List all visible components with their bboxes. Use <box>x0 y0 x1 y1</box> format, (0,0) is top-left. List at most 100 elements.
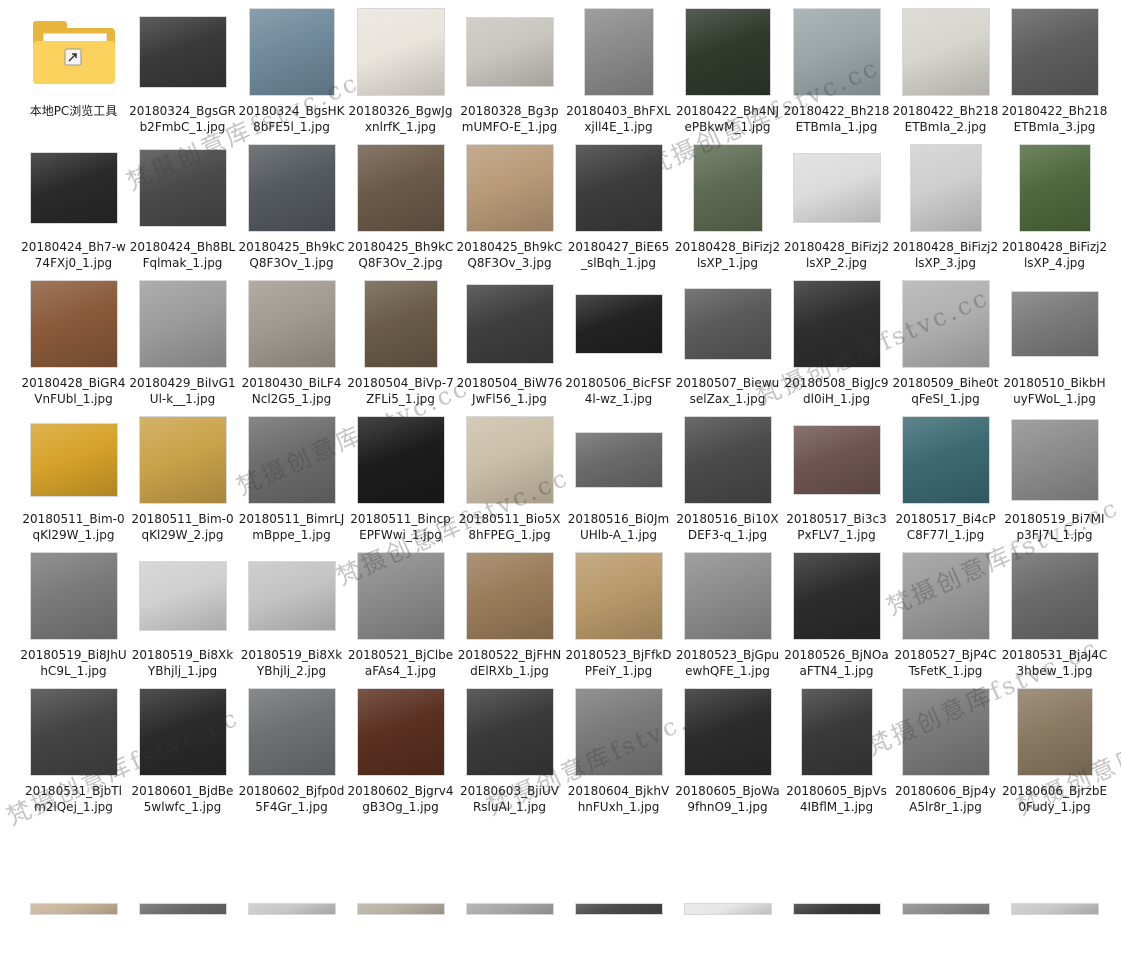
file-item-partial[interactable] <box>455 820 564 956</box>
file-item[interactable]: 20180422_Bh218ETBmIa_1.jpg <box>782 4 891 140</box>
file-item[interactable]: 20180428_BiGR4VnFUbl_1.jpg <box>19 276 128 412</box>
file-item[interactable]: 20180523_BjGpuewhQFE_1.jpg <box>673 548 782 684</box>
file-name: 20180519_Bi8XkYBhjlj_1.jpg <box>131 648 234 678</box>
image-thumbnail <box>356 143 445 232</box>
image-thumbnail <box>901 903 990 915</box>
file-item[interactable]: 20180527_BjP4CTsFetK_1.jpg <box>891 548 1000 684</box>
image-thumbnail <box>29 422 118 497</box>
file-item-partial[interactable] <box>564 820 673 956</box>
file-item[interactable]: 20180516_Bi10XDEF3-q_1.jpg <box>673 412 782 548</box>
thumbnail-box <box>673 820 782 915</box>
file-item[interactable]: 20180326_BgwJgxnlrfK_1.jpg <box>346 4 455 140</box>
file-item[interactable]: 20180430_BiLF4Ncl2G5_1.jpg <box>237 276 346 412</box>
image-thumbnail <box>247 279 336 368</box>
file-item[interactable]: 20180428_BiFizj2lsXP_2.jpg <box>782 140 891 276</box>
file-item[interactable]: 20180605_BjpVs4IBflM_1.jpg <box>782 684 891 820</box>
file-item[interactable]: 20180428_BiFizj2lsXP_4.jpg <box>1000 140 1109 276</box>
file-name: 20180324_BgsGRb2FmbC_1.jpg <box>129 104 236 134</box>
file-item[interactable]: 20180519_Bi7MIp3FJ7L_1.jpg <box>1000 412 1109 548</box>
file-item-partial[interactable] <box>1000 820 1109 956</box>
thumbnail-box <box>891 820 1000 915</box>
file-item[interactable]: 20180511_BincpEPFWwi_1.jpg <box>346 412 455 548</box>
file-item[interactable]: 20180504_BiW76JwFl56_1.jpg <box>455 276 564 412</box>
file-item[interactable]: 20180403_BhFXLxjll4E_1.jpg <box>564 4 673 140</box>
file-item[interactable]: 20180422_Bh218ETBmIa_3.jpg <box>1000 4 1109 140</box>
file-item[interactable]: 20180602_Bjfp0d5F4Gr_1.jpg <box>237 684 346 820</box>
file-item[interactable]: 20180422_Bh4NJePBkwM_1.jpg <box>673 4 782 140</box>
file-item[interactable]: 20180517_Bi3c3PxFLV7_1.jpg <box>782 412 891 548</box>
thumbnail-box <box>673 4 782 99</box>
file-item[interactable]: 20180429_BiIvG1Ul-k__1.jpg <box>128 276 237 412</box>
file-name: 20180428_BiFizj2lsXP_3.jpg <box>892 240 999 270</box>
image-thumbnail <box>356 687 445 776</box>
file-item[interactable]: 20180603_BjiUVRsluAl_1.jpg <box>455 684 564 820</box>
file-item[interactable]: 20180425_Bh9kCQ8F3Ov_2.jpg <box>346 140 455 276</box>
file-item[interactable]: 20180511_Bio5X8hFPEG_1.jpg <box>455 412 564 548</box>
file-item[interactable]: 20180428_BiFizj2lsXP_3.jpg <box>891 140 1000 276</box>
thumbnail-box <box>19 548 128 643</box>
file-item[interactable]: 20180531_BjaJ4C3hbew_1.jpg <box>1000 548 1109 684</box>
folder-item[interactable]: 本地PC浏览工具 <box>19 4 128 140</box>
file-name: 20180403_BhFXLxjll4E_1.jpg <box>566 104 671 134</box>
file-item[interactable]: 20180523_BjFfkDPFeiY_1.jpg <box>564 548 673 684</box>
file-item[interactable]: 20180324_BgsHK8bFE5l_1.jpg <box>237 4 346 140</box>
file-item[interactable]: 20180424_Bh8BLFqlmak_1.jpg <box>128 140 237 276</box>
file-item[interactable]: 20180504_BiVp-7ZFLi5_1.jpg <box>346 276 455 412</box>
file-item[interactable]: 20180519_Bi8XkYBhjlj_1.jpg <box>128 548 237 684</box>
file-name: 20180531_BjbTlm2lQej_1.jpg <box>25 784 122 814</box>
file-item-partial[interactable] <box>673 820 782 956</box>
file-item-partial[interactable] <box>237 820 346 956</box>
file-item[interactable]: 20180605_BjoWa9fhnO9_1.jpg <box>673 684 782 820</box>
image-thumbnail <box>901 7 990 96</box>
file-item[interactable]: 20180601_BjdBe5wlwfc_1.jpg <box>128 684 237 820</box>
file-item[interactable]: 20180522_BjFHNdElRXb_1.jpg <box>455 548 564 684</box>
file-item[interactable]: 20180526_BjNOaaFTN4_1.jpg <box>782 548 891 684</box>
file-item[interactable]: 20180422_Bh218ETBmIa_2.jpg <box>891 4 1000 140</box>
thumbnail-box <box>1000 548 1109 643</box>
file-item[interactable]: 20180519_Bi8XkYBhjlj_2.jpg <box>237 548 346 684</box>
file-item[interactable]: 20180508_BigJc9dl0iH_1.jpg <box>782 276 891 412</box>
file-item[interactable]: 20180507_BiewuselZax_1.jpg <box>673 276 782 412</box>
file-item[interactable]: 20180510_BikbHuyFWoL_1.jpg <box>1000 276 1109 412</box>
file-item[interactable]: 20180428_BiFizj2lsXP_1.jpg <box>673 140 782 276</box>
file-item[interactable]: 20180517_Bi4cPC8F77l_1.jpg <box>891 412 1000 548</box>
file-item-partial[interactable] <box>346 820 455 956</box>
file-item[interactable]: 20180324_BgsGRb2FmbC_1.jpg <box>128 4 237 140</box>
file-item[interactable]: 20180509_Bihe0tqFeSI_1.jpg <box>891 276 1000 412</box>
thumbnail-box <box>237 140 346 235</box>
file-item[interactable]: 20180521_BjClbeaFAs4_1.jpg <box>346 548 455 684</box>
thumbnail-box <box>564 412 673 507</box>
file-item[interactable]: 20180604_BjkhVhnFUxh_1.jpg <box>564 684 673 820</box>
thumbnail-box <box>455 140 564 235</box>
thumbnail-box <box>237 820 346 915</box>
thumbnail-box <box>673 276 782 371</box>
file-item[interactable]: 20180519_Bi8JhUhC9L_1.jpg <box>19 548 128 684</box>
image-thumbnail <box>138 687 227 776</box>
file-item[interactable]: 20180427_BiE65_slBqh_1.jpg <box>564 140 673 276</box>
file-item[interactable]: 20180606_BjrzbE0Fudy_1.jpg <box>1000 684 1109 820</box>
file-item[interactable]: 20180425_Bh9kCQ8F3Ov_1.jpg <box>237 140 346 276</box>
file-item[interactable]: 20180328_Bg3pmUMFO-E_1.jpg <box>455 4 564 140</box>
file-item-partial[interactable] <box>891 820 1000 956</box>
file-item[interactable]: 20180511_BimrLJmBppe_1.jpg <box>237 412 346 548</box>
file-item[interactable]: 20180511_Bim-0qKl29W_1.jpg <box>19 412 128 548</box>
file-item[interactable]: 20180606_Bjp4yA5lr8r_1.jpg <box>891 684 1000 820</box>
file-item[interactable]: 20180511_Bim-0qKl29W_2.jpg <box>128 412 237 548</box>
file-item-partial[interactable] <box>782 820 891 956</box>
file-item-partial[interactable] <box>128 820 237 956</box>
thumbnail-box <box>891 412 1000 507</box>
file-item-partial[interactable] <box>19 820 128 956</box>
file-item[interactable]: 20180424_Bh7-w74FXj0_1.jpg <box>19 140 128 276</box>
image-thumbnail <box>138 903 227 915</box>
file-item[interactable]: 20180531_BjbTlm2lQej_1.jpg <box>19 684 128 820</box>
file-item[interactable]: 20180516_Bi0JmUHlb-A_1.jpg <box>564 412 673 548</box>
file-name: 20180605_BjpVs4IBflM_1.jpg <box>786 784 887 814</box>
file-name: 20180516_Bi0JmUHlb-A_1.jpg <box>567 512 670 542</box>
file-name: 20180606_BjrzbE0Fudy_1.jpg <box>1001 784 1108 814</box>
file-item[interactable]: 20180602_Bjgrv4gB3Og_1.jpg <box>346 684 455 820</box>
file-item[interactable]: 20180506_BicFSF4l-wz_1.jpg <box>564 276 673 412</box>
image-thumbnail <box>683 287 772 360</box>
file-name: 20180428_BiFizj2lsXP_2.jpg <box>783 240 890 270</box>
image-thumbnail <box>1010 290 1099 357</box>
file-item[interactable]: 20180425_Bh9kCQ8F3Ov_3.jpg <box>455 140 564 276</box>
